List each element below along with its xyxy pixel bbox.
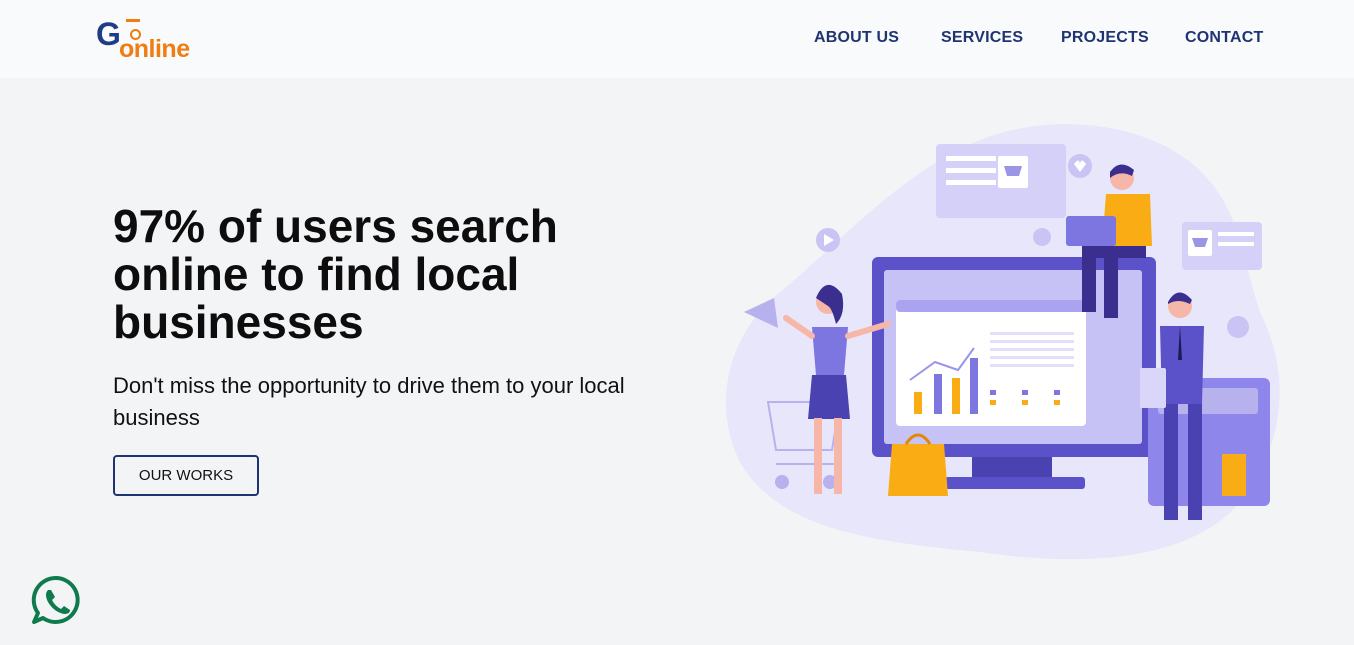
shop-card-top — [936, 144, 1066, 218]
logo-bar — [126, 19, 140, 22]
hero-subtitle: Don't miss the opportunity to drive them… — [113, 373, 625, 430]
site-header: G online ABOUT US SERVICES PROJECTS CONT… — [0, 0, 1354, 78]
browser-window — [896, 300, 1086, 426]
nav-contact[interactable]: CONTACT — [1185, 29, 1263, 47]
logo-word-online: online — [119, 35, 190, 63]
nav-services[interactable]: SERVICES — [941, 29, 1023, 47]
digital-marketing-illustration — [725, 124, 1280, 560]
shopping-bag — [888, 444, 948, 496]
hero-title: 97% of users search online to find local… — [113, 200, 558, 348]
shop-card-right — [1182, 222, 1262, 270]
nav-about-us[interactable]: ABOUT US — [814, 29, 899, 47]
our-works-button[interactable]: OUR WORKS — [113, 455, 259, 496]
whatsapp-chat-button[interactable] — [30, 574, 82, 626]
goonline-logo[interactable]: G online — [96, 16, 196, 63]
logo-letter-g: G — [96, 16, 121, 52]
nav-projects[interactable]: PROJECTS — [1061, 29, 1149, 47]
whatsapp-icon — [31, 575, 80, 624]
